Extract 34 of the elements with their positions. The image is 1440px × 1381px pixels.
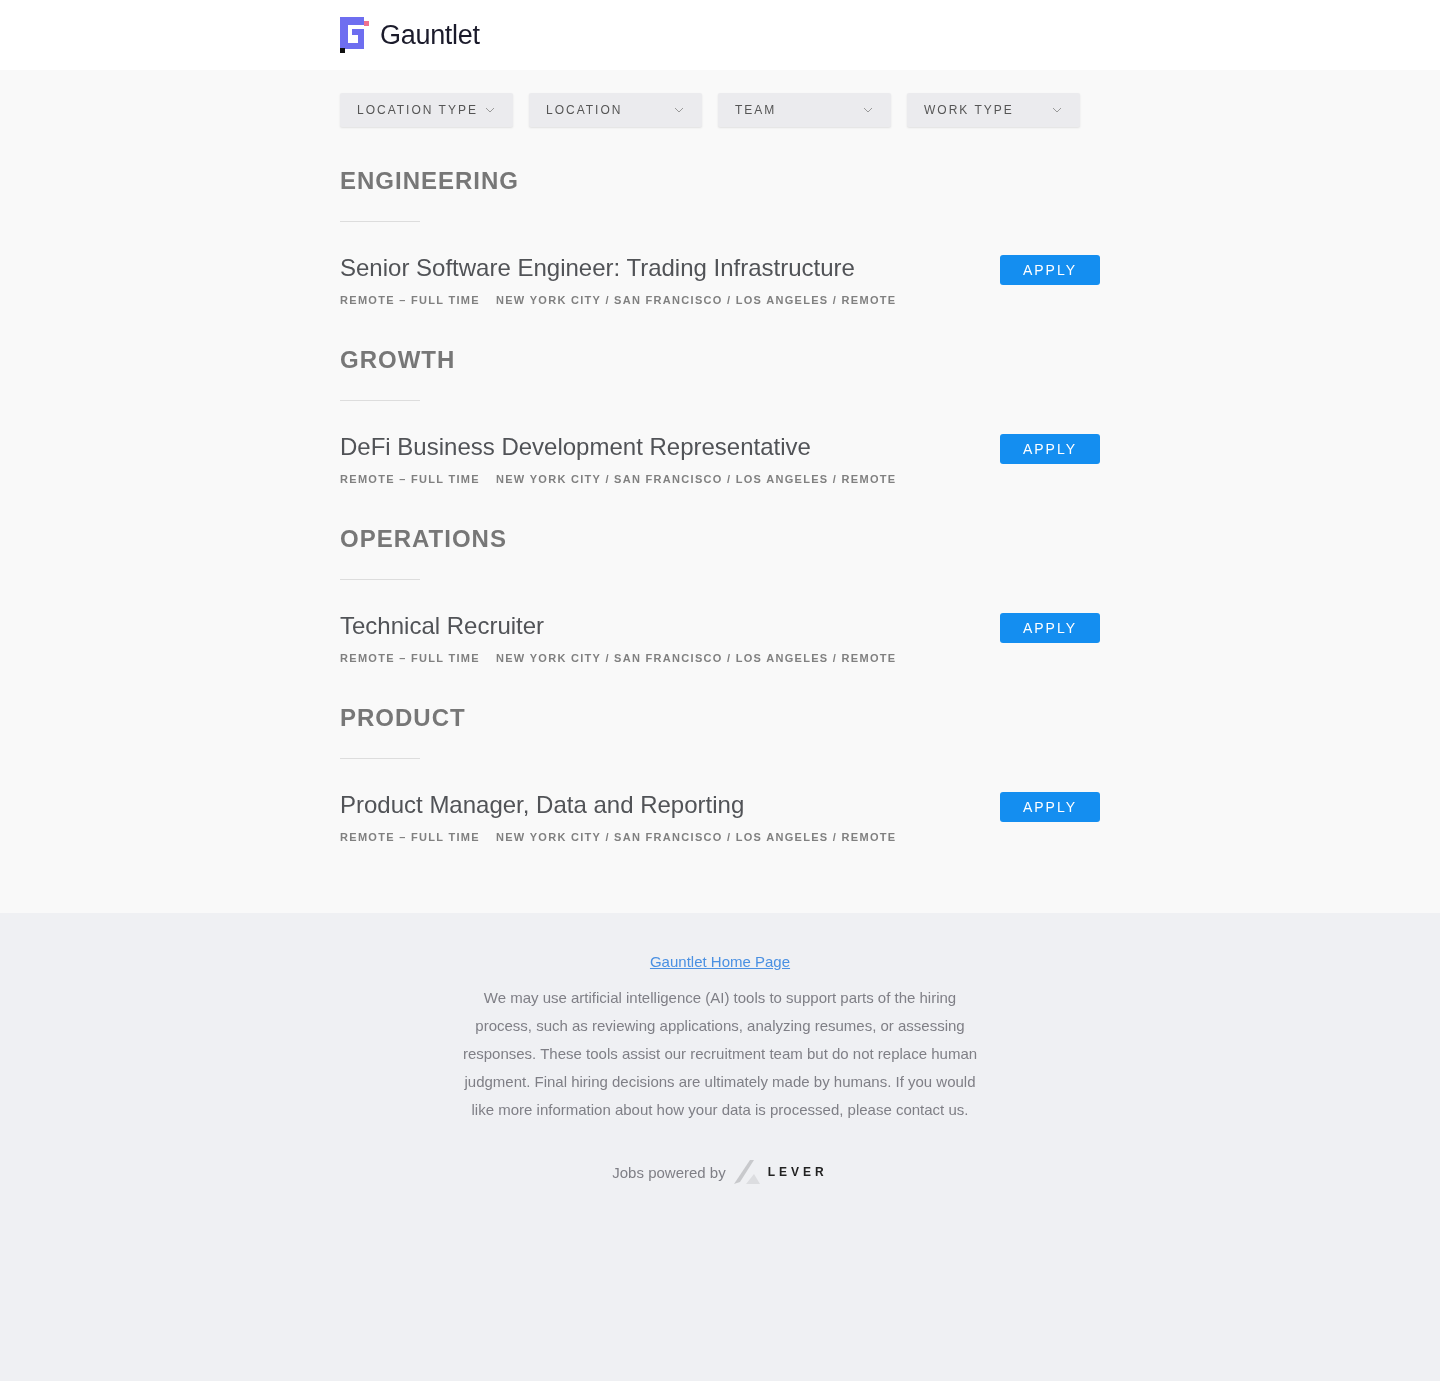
logo-icon (340, 17, 370, 53)
filter-dropdown[interactable]: WORK TYPE (907, 93, 1080, 127)
job-commitment: REMOTE – FULL TIME (340, 652, 480, 664)
team-heading: PRODUCT (340, 704, 467, 733)
chevron-down-icon (1052, 107, 1062, 113)
job-commitment: REMOTE – FULL TIME (340, 831, 480, 843)
job-title[interactable]: Technical Recruiter (340, 612, 897, 640)
filter-dropdown[interactable]: LOCATION (529, 93, 702, 127)
lever-logo-icon (733, 1160, 760, 1184)
job-title[interactable]: DeFi Business Development Representative (340, 433, 897, 461)
apply-button[interactable]: APPLY (1000, 613, 1100, 643)
job-title[interactable]: Product Manager, Data and Reporting (340, 791, 897, 819)
apply-button[interactable]: APPLY (1000, 255, 1100, 285)
job-commitment: REMOTE – FULL TIME (340, 294, 480, 306)
chevron-down-icon (863, 107, 873, 113)
brand-name: Gauntlet (380, 19, 480, 51)
team-heading: GROWTH (340, 346, 457, 375)
chevron-down-icon (485, 107, 495, 113)
job-title[interactable]: Senior Software Engineer: Trading Infrastructure (340, 254, 897, 282)
lever-wordmark: LEVER (767, 1165, 828, 1179)
apply-button[interactable]: APPLY (1000, 434, 1100, 464)
team-heading: ENGINEERING (340, 167, 521, 196)
job-location: NEW YORK CITY / SAN FRANCISCO / LOS ANGELES / REMOTE (495, 652, 897, 664)
job-location: NEW YORK CITY / SAN FRANCISCO / LOS ANGELES / REMOTE (495, 294, 897, 306)
ai-notice: We may use artificial intelligence (AI) tools to support parts of the hiring process, such as reviewing applications, analyzing resumes, or assessing responses. These tools assist our recruitment team but do not replace human judgment. Final hiring decisions are ultimately made by humans. If you would like more information about how your data is processed, please contact us. (461, 988, 979, 1120)
job-location: NEW YORK CITY / SAN FRANCISCO / LOS ANGELES / REMOTE (495, 473, 897, 485)
job-location: NEW YORK CITY / SAN FRANCISCO / LOS ANGELES / REMOTE (495, 831, 897, 843)
powered-by-text: Jobs powered by (612, 1163, 726, 1181)
filter-dropdown[interactable]: TEAM (718, 93, 891, 127)
apply-button[interactable]: APPLY (1000, 792, 1100, 822)
team-heading: OPERATIONS (340, 525, 508, 554)
filter-dropdown[interactable]: LOCATION TYPE (340, 93, 513, 127)
job-commitment: REMOTE – FULL TIME (340, 473, 480, 485)
chevron-down-icon (674, 107, 684, 113)
